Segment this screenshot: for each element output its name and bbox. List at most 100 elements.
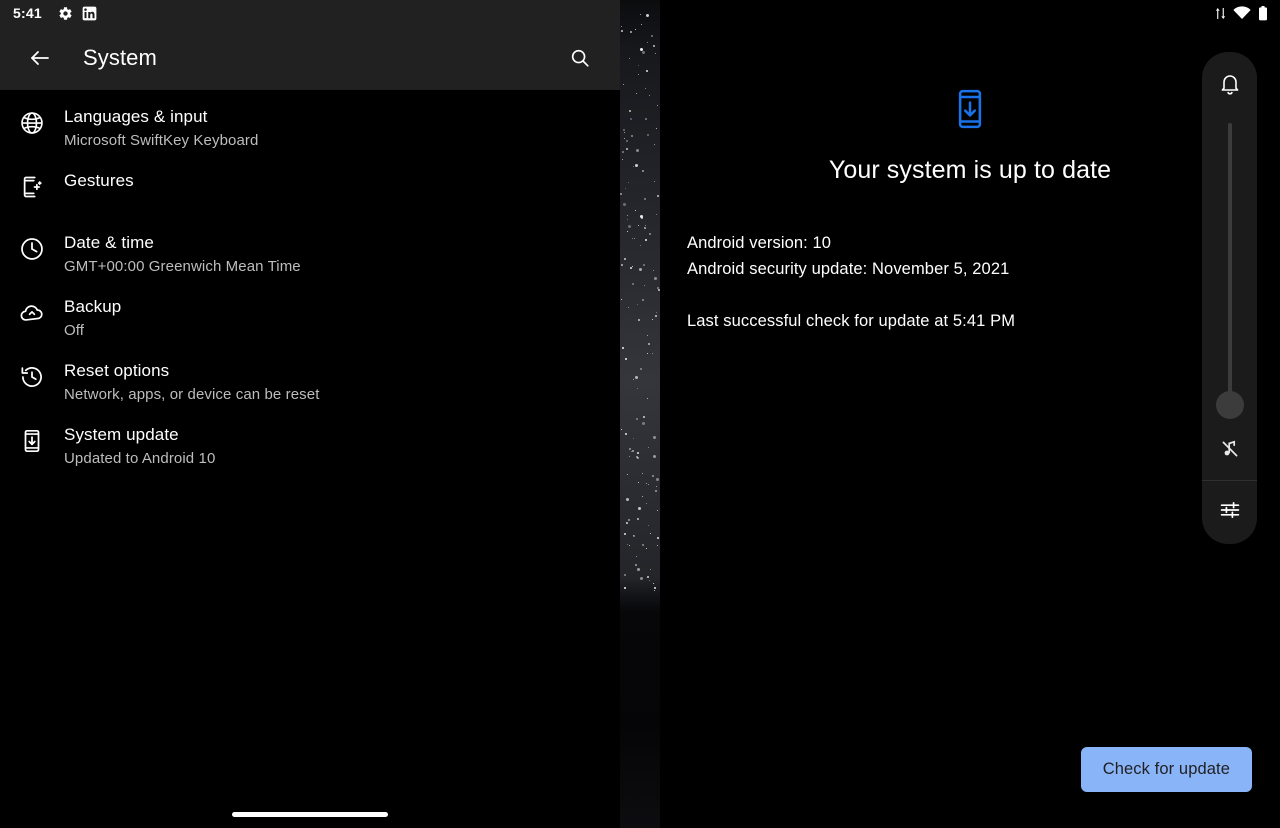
wallpaper-star: [637, 388, 639, 390]
sidebar-item-sublabel: GMT+00:00 Greenwich Mean Time: [64, 258, 301, 275]
wallpaper-star: [620, 30, 623, 33]
volume-panel[interactable]: [1202, 52, 1257, 544]
wallpaper-star: [653, 589, 655, 591]
wallpaper-star: [646, 14, 650, 18]
wallpaper-star: [639, 576, 643, 580]
back-arrow-icon[interactable]: [16, 34, 64, 82]
wallpaper-star: [636, 148, 640, 152]
wallpaper-star: [654, 489, 657, 492]
sidebar-item-reset-options[interactable]: Reset options Network, apps, or device c…: [0, 350, 620, 414]
status-bar-left: 5:41: [0, 0, 620, 26]
wallpaper-star: [640, 368, 643, 371]
wallpaper-star: [656, 128, 658, 130]
wallpaper-star: [653, 435, 657, 439]
bell-ring-icon[interactable]: [1218, 72, 1242, 101]
wallpaper-star: [624, 574, 626, 577]
wallpaper-star: [637, 452, 640, 455]
wallpaper-star: [649, 94, 651, 96]
sidebar-item-text: Reset options Network, apps, or device c…: [64, 359, 320, 405]
wallpaper-star: [629, 456, 631, 458]
wallpaper-star: [627, 219, 629, 221]
wallpaper-star: [626, 497, 630, 501]
wallpaper-star: [626, 214, 628, 216]
system-update-pane: 4 Your system is up to date Android vers…: [660, 0, 1280, 828]
status-bar-right: 4: [660, 0, 1280, 26]
wallpaper-star: [649, 568, 651, 570]
history-restore-icon: [0, 359, 64, 390]
sidebar-item-gestures[interactable]: Gestures: [0, 160, 620, 222]
battery-full-icon: [1258, 5, 1268, 21]
wallpaper-star: [627, 181, 629, 183]
wallpaper-star: [640, 24, 642, 26]
wallpaper-star: [638, 65, 640, 67]
update-hero-icon-wrap: [660, 88, 1280, 135]
wallpaper-star: [635, 28, 637, 30]
wallpaper-star: [632, 438, 634, 440]
sidebar-item-languages-input[interactable]: Languages & input Microsoft SwiftKey Key…: [0, 96, 620, 160]
wallpaper-star: [653, 276, 657, 280]
wallpaper-star: [644, 225, 646, 227]
wallpaper-star: [651, 319, 653, 321]
wallpaper-star: [627, 230, 629, 232]
wallpaper-star: [620, 192, 622, 195]
music-note-off-icon[interactable]: [1218, 437, 1242, 466]
sidebar-item-text: Gestures: [64, 169, 134, 192]
wallpaper-star: [634, 210, 636, 212]
wallpaper-star: [621, 299, 623, 301]
wallpaper-star: [647, 446, 649, 448]
wallpaper-star: [628, 307, 630, 309]
wallpaper-star: [629, 31, 632, 34]
wallpaper-star: [656, 195, 659, 198]
search-icon[interactable]: [556, 34, 604, 82]
sidebar-item-date-time[interactable]: Date & time GMT+00:00 Greenwich Mean Tim…: [0, 222, 620, 286]
sidebar-item-label: System update: [64, 425, 179, 444]
wallpaper-star: [634, 375, 638, 379]
wallpaper-star: [635, 164, 639, 168]
volume-panel-bottom[interactable]: [1202, 481, 1257, 544]
volume-slider-track: [1227, 123, 1232, 413]
wallpaper-star: [641, 472, 643, 474]
wallpaper-star: [646, 398, 648, 400]
wallpaper-star: [625, 188, 627, 190]
wallpaper-horizon: [620, 578, 660, 828]
system-settings-list: Languages & input Microsoft SwiftKey Key…: [0, 90, 620, 478]
wallpaper-star: [627, 473, 629, 475]
settings-gear-icon: [58, 6, 73, 21]
wallpaper-star: [628, 224, 632, 228]
wallpaper-star: [653, 144, 655, 146]
svg-text:4: 4: [1247, 13, 1251, 20]
wallpaper-star: [654, 586, 657, 589]
wallpaper-star: [655, 478, 659, 482]
wallpaper-star: [642, 415, 645, 418]
wallpaper-star: [632, 379, 634, 381]
wallpaper-star: [652, 475, 655, 478]
wallpaper-star: [626, 544, 628, 546]
volume-slider-thumb[interactable]: [1215, 391, 1244, 419]
wallpaper-star: [633, 165, 635, 167]
volume-slider[interactable]: [1215, 123, 1244, 419]
wallpaper-star: [624, 257, 627, 260]
wallpaper-star: [636, 456, 639, 459]
sidebar-item-backup[interactable]: Backup Off: [0, 286, 620, 350]
wallpaper-star: [653, 44, 656, 47]
gesture-nav-pill-left[interactable]: [232, 812, 388, 817]
wallpaper-star: [626, 139, 629, 142]
wallpaper-star: [646, 41, 648, 43]
wallpaper-star: [634, 563, 637, 566]
wallpaper-star: [622, 129, 625, 132]
wallpaper-star: [632, 265, 634, 267]
wallpaper-star: [640, 244, 642, 246]
wallpaper-star: [621, 25, 623, 27]
last-check-line: Last successful check for update at 5:41…: [687, 312, 1016, 330]
check-for-update-button[interactable]: Check for update: [1080, 747, 1252, 792]
wallpaper-star: [648, 484, 650, 486]
wallpaper-star: [624, 138, 626, 140]
audio-sliders-icon[interactable]: [1218, 498, 1242, 527]
sidebar-item-label: Backup: [64, 297, 122, 316]
sidebar-item-system-update[interactable]: System update Updated to Android 10: [0, 414, 620, 478]
linkedin-app-icon: [82, 6, 97, 21]
wallpaper-star: [639, 13, 641, 15]
wallpaper-star: [621, 150, 624, 153]
wallpaper-star: [629, 448, 632, 451]
wallpaper-star: [654, 181, 656, 183]
